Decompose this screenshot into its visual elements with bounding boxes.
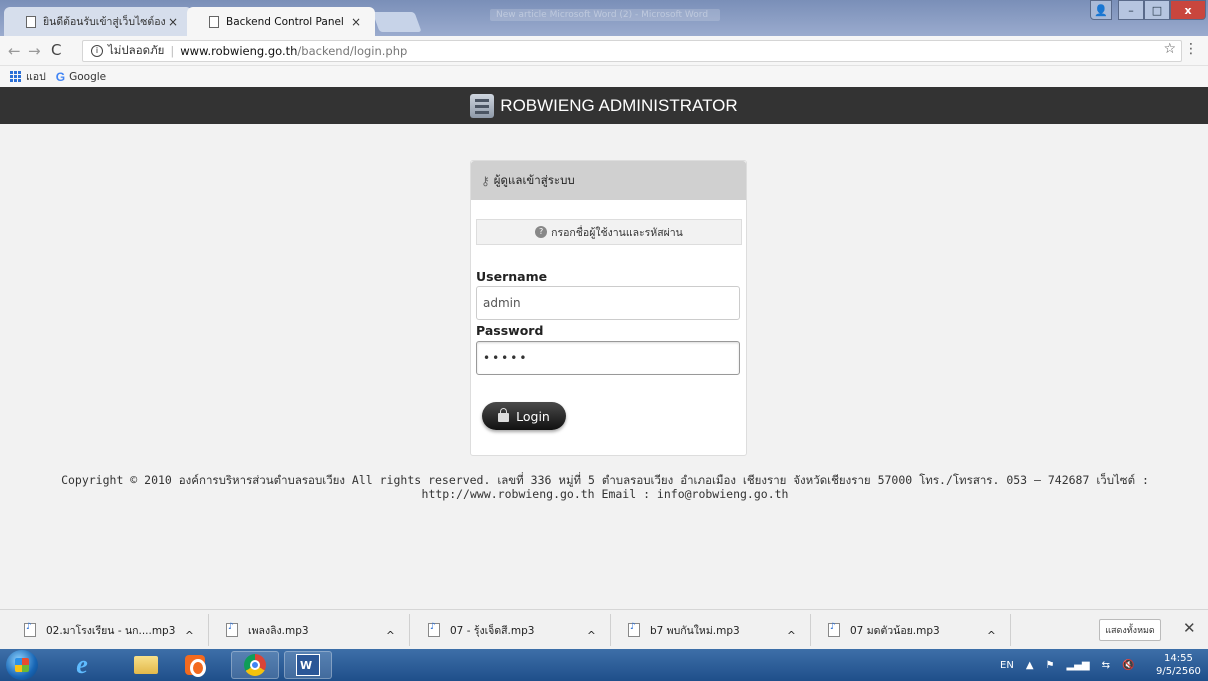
password-label: Password (476, 323, 544, 338)
download-options-icon[interactable]: ^ (787, 624, 796, 648)
clock-time: 14:55 (1164, 653, 1193, 664)
start-button[interactable] (6, 650, 38, 680)
windows-taskbar: e W EN ▲ ⚑ ▂▄▆ ⇆ 🔇 14:55 9/5/2560 (0, 649, 1208, 681)
signal-strength-icon[interactable]: ▂▄▆ (1066, 660, 1089, 671)
page-icon (209, 15, 219, 28)
bookmark-label: แอป (26, 71, 46, 83)
action-center-flag-icon[interactable]: ⚑ (1046, 660, 1055, 671)
lock-icon (498, 408, 510, 422)
bookmark-apps[interactable]: แอป (10, 68, 46, 85)
minimize-button[interactable]: – (1118, 0, 1144, 20)
audio-file-icon (24, 622, 36, 637)
password-field[interactable]: ••••• (476, 341, 740, 375)
menu-icon[interactable]: ⋮ (1184, 41, 1198, 57)
bookmark-google[interactable]: G Google (56, 70, 106, 84)
tab-label: Backend Control Panel (226, 15, 344, 28)
apps-grid-icon (10, 71, 21, 82)
download-filename: 07 - รุ้งเจ็ดสี.mp3 (450, 624, 535, 637)
username-field[interactable]: admin (476, 286, 740, 320)
close-window-button[interactable]: x (1170, 0, 1206, 20)
tab-label: ยินดีต้อนรับเข้าสู่เว็บไซต์องค์ (43, 16, 166, 28)
window-title-bar: New article Microsoft Word (2) - Microso… (0, 0, 1208, 36)
divider (1010, 614, 1011, 646)
download-item[interactable]: 07 มดตัวน้อย.mp3 (828, 618, 940, 642)
bookmarks-bar: แอป G Google (0, 66, 1208, 87)
close-downloads-icon[interactable]: ✕ (1183, 619, 1196, 637)
login-button-label: Login (516, 408, 550, 424)
word-icon[interactable]: W (284, 651, 332, 679)
forward-arrow-icon[interactable]: → (28, 42, 41, 60)
audio-file-icon (428, 622, 440, 637)
downloads-bar: 02.มาโรงเรียน - นก....mp3 ^ เพลงลิง.mp3 … (0, 609, 1208, 649)
download-filename: 02.มาโรงเรียน - นก....mp3 (46, 624, 176, 637)
help-icon: ? (535, 226, 548, 238)
divider (409, 614, 410, 646)
tab-welcome[interactable]: ยินดีต้อนรับเข้าสู่เว็บไซต์องค์ × (4, 7, 192, 36)
chrome-icon[interactable] (231, 651, 279, 679)
login-notice: ? กรอกชื่อผู้ใช้งานและรหัสผ่าน (476, 219, 742, 245)
download-filename: 07 มดตัวน้อย.mp3 (850, 624, 940, 637)
username-label: Username (476, 269, 548, 284)
tab-close-icon[interactable]: × (349, 15, 363, 29)
download-item[interactable]: 07 - รุ้งเจ็ดสี.mp3 (428, 618, 534, 642)
login-panel-title: ผู้ดูแลเข้าสู่ระบบ (493, 172, 575, 187)
login-notice-text: กรอกชื่อผู้ใช้งานและรหัสผ่าน (551, 226, 683, 239)
download-item[interactable]: b7 พบกันใหม่.mp3 (628, 618, 740, 642)
tab-backend-control-panel[interactable]: Backend Control Panel × (187, 7, 375, 36)
bookmark-label: Google (69, 70, 107, 83)
download-options-icon[interactable]: ^ (185, 624, 194, 648)
site-footer: Copyright © 2010 องค์การบริหารส่วนตำบลรอ… (61, 473, 1149, 501)
internet-explorer-icon[interactable]: e (58, 650, 106, 679)
media-player-icon[interactable] (171, 651, 219, 679)
page-icon (26, 15, 36, 28)
login-panel-header: ⚷ ผู้ดูแลเข้าสู่ระบบ (471, 161, 746, 200)
address-bar[interactable]: i ไม่ปลอดภัย | www.robwieng.go.th/backen… (82, 40, 1182, 62)
key-icon: ⚷ (481, 173, 490, 188)
download-filename: เพลงลิง.mp3 (248, 624, 309, 637)
bookmark-star-icon[interactable]: ☆ (1163, 41, 1176, 57)
security-label[interactable]: ไม่ปลอดภัย (108, 42, 164, 60)
back-arrow-icon[interactable]: ← (8, 42, 21, 60)
volume-muted-icon[interactable]: 🔇 (1122, 660, 1134, 671)
show-all-downloads-button[interactable]: แสดงทั้งหมด (1099, 619, 1161, 641)
site-header: ROBWIENG ADMINISTRATOR (0, 87, 1208, 124)
audio-file-icon (628, 622, 640, 637)
download-options-icon[interactable]: ^ (386, 624, 395, 648)
show-hidden-icons-icon[interactable]: ▲ (1026, 660, 1034, 671)
system-tray: EN ▲ ⚑ ▂▄▆ ⇆ 🔇 (1000, 649, 1146, 681)
background-window-title: New article Microsoft Word (2) - Microso… (490, 9, 720, 21)
audio-file-icon (226, 622, 238, 637)
divider (208, 614, 209, 646)
info-icon[interactable]: i (91, 45, 103, 57)
google-icon: G (55, 69, 66, 84)
divider (810, 614, 811, 646)
download-filename: b7 พบกันใหม่.mp3 (650, 624, 740, 637)
download-options-icon[interactable]: ^ (987, 624, 996, 648)
site-title: ROBWIENG ADMINISTRATOR (500, 95, 738, 115)
login-button[interactable]: Login (482, 402, 566, 430)
clock-date: 9/5/2560 (1156, 666, 1201, 677)
audio-file-icon (828, 622, 840, 637)
server-icon (470, 93, 495, 118)
reload-icon[interactable]: C (51, 41, 61, 59)
url-host: www.robwieng.go.th (180, 44, 298, 58)
language-indicator[interactable]: EN (1000, 660, 1014, 671)
divider: | (170, 44, 175, 58)
download-item[interactable]: เพลงลิง.mp3 (226, 618, 309, 642)
download-options-icon[interactable]: ^ (587, 624, 596, 648)
url-path: /backend/login.php (297, 44, 408, 58)
user-profile-icon[interactable]: 👤 (1090, 0, 1112, 20)
tab-close-icon[interactable]: × (166, 15, 180, 29)
file-explorer-icon[interactable] (122, 651, 170, 679)
network-icon[interactable]: ⇆ (1102, 660, 1110, 671)
login-panel: ⚷ ผู้ดูแลเข้าสู่ระบบ ? กรอกชื่อผู้ใช้งาน… (470, 160, 747, 456)
download-item[interactable]: 02.มาโรงเรียน - นก....mp3 (24, 618, 175, 642)
divider (610, 614, 611, 646)
browser-toolbar: ← → C i ไม่ปลอดภัย | www.robwieng.go.th /… (0, 36, 1208, 66)
new-tab-button[interactable] (372, 12, 422, 32)
maximize-button[interactable]: □ (1144, 0, 1170, 20)
taskbar-clock[interactable]: 14:55 9/5/2560 (1156, 652, 1201, 678)
